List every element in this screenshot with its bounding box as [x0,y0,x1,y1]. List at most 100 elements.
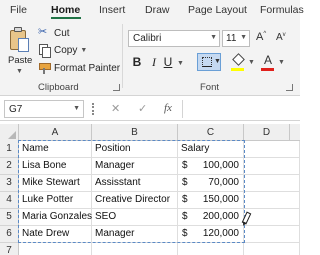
cell-c7[interactable] [178,243,244,255]
formula-input[interactable] [182,100,300,118]
chevron-down-icon[interactable]: ▼ [73,105,80,112]
cell-d3[interactable] [244,175,300,192]
paste-button[interactable]: Paste ▼ [5,24,33,78]
cell-a5[interactable]: Maria Gonzales [19,209,92,226]
tab-home[interactable]: Home [51,4,80,16]
copy-label: Copy [54,44,78,56]
ribbon: Paste ▼ Cut Copy ▼ Format Painter Clipbo… [0,20,300,96]
font-color-swatch [261,68,274,71]
clipboard-group-label: Clipboard [38,82,79,93]
paste-dropdown-icon[interactable]: ▼ [16,68,23,75]
cell-d2[interactable] [244,158,300,175]
row-header[interactable]: 1 [0,141,19,158]
increase-font-size-icon[interactable]: A^ [256,31,266,43]
name-box[interactable]: G7 ▼ [4,100,84,118]
row-header[interactable]: 3 [0,175,19,192]
row-header[interactable]: 2 [0,158,19,175]
cell-c6[interactable]: $120,000 [178,226,244,243]
row-header[interactable]: 6 [0,226,19,243]
borders-icon [202,57,212,67]
enter-icon[interactable]: ✓ [138,102,147,115]
scissors-icon [38,25,50,39]
fill-dropdown-icon[interactable]: ▼ [248,59,255,66]
underline-dropdown-icon[interactable]: ▼ [177,60,184,67]
cell-c4[interactable]: $150,000 [178,192,244,209]
copy-dropdown-icon[interactable]: ▼ [80,47,87,54]
format-painter-button[interactable]: Format Painter [38,61,120,75]
cell-d4[interactable] [244,192,300,209]
cell-b4[interactable]: Creative Director [92,192,178,209]
tab-insert[interactable]: Insert [99,4,125,16]
column-header-row: A B C D [0,124,300,141]
column-header-a[interactable]: A [19,124,92,141]
cell-d7[interactable] [244,243,300,255]
row-header[interactable]: 4 [0,192,19,209]
font-color-dropdown-icon[interactable]: ▼ [278,59,285,66]
cut-button[interactable]: Cut [38,25,70,40]
name-box-value: G7 [9,104,23,115]
font-color-button[interactable]: A [262,53,274,67]
row-header[interactable]: 7 [0,243,19,255]
column-header-d[interactable]: D [244,124,290,141]
font-group-label: Font [200,82,220,93]
cell-b1[interactable]: Position [92,141,178,158]
clipboard-launcher-icon[interactable] [113,84,120,91]
cell-d5[interactable] [244,209,300,226]
cancel-icon[interactable]: ✕ [111,102,120,115]
cell-b3[interactable]: Assisstant [92,175,178,192]
copy-button[interactable]: Copy ▼ [38,43,87,58]
fill-color-swatch [231,68,244,71]
ribbon-tabs: File Home Insert Draw Page Layout Formul… [0,0,304,20]
borders-dropdown-icon: ▼ [214,58,221,65]
worksheet-grid[interactable]: A B C D 1 2 3 4 5 6 7 Name Position Sala… [0,124,300,255]
paste-label: Paste [8,55,33,66]
formula-bar: G7 ▼ ✕ ✓ fx [0,97,300,121]
italic-button[interactable]: I [148,55,160,71]
cell-c2[interactable]: $100,000 [178,158,244,175]
borders-button[interactable]: ▼ [197,53,221,71]
copy-icon [38,44,51,58]
column-header-b[interactable]: B [92,124,178,141]
cell-c3[interactable]: $70,000 [178,175,244,192]
underline-button[interactable]: U [162,55,174,71]
cut-label: Cut [54,27,70,39]
cell-b5[interactable]: SEO [92,209,178,226]
cell-a3[interactable]: Mike Stewart [19,175,92,192]
chevron-down-icon: ▼ [240,34,247,41]
font-name-value: Calibri [133,33,162,44]
select-all-button[interactable] [0,124,19,141]
font-name-select[interactable]: Calibri ▼ [128,30,220,47]
clipboard-clip-icon [14,27,22,32]
chevron-down-icon: ▼ [210,34,217,41]
cell-c1[interactable]: Salary [178,141,244,158]
fill-bucket-icon[interactable] [232,54,244,66]
cell-a6[interactable]: Nate Drew [19,226,92,243]
cell-d6[interactable] [244,226,300,243]
cell-d1[interactable] [244,141,300,158]
cell-b2[interactable]: Manager [92,158,178,175]
paintbrush-icon [38,62,51,74]
tab-page-layout[interactable]: Page Layout [188,4,247,16]
pen-cursor-icon [241,212,249,227]
cell-a2[interactable]: Lisa Bone [19,158,92,175]
formula-bar-grip[interactable] [92,103,94,115]
tab-formulas[interactable]: Formulas [260,4,304,16]
tab-file[interactable]: File [10,4,27,16]
cell-a1[interactable]: Name [19,141,92,158]
cell-c5[interactable]: $200,000 [178,209,244,226]
cell-a7[interactable] [19,243,92,255]
format-painter-label: Format Painter [54,62,121,74]
tab-draw[interactable]: Draw [145,4,170,16]
font-size-select[interactable]: 11 ▼ [222,30,250,47]
cell-b6[interactable]: Manager [92,226,178,243]
bold-button[interactable]: B [130,55,144,71]
decrease-font-size-icon[interactable]: Av [276,32,286,43]
row-header[interactable]: 5 [0,209,19,226]
column-header-c[interactable]: C [178,124,244,141]
paste-sheet-icon [18,38,29,52]
cell-a4[interactable]: Luke Potter [19,192,92,209]
cell-b7[interactable] [92,243,178,255]
font-launcher-icon[interactable] [286,84,293,91]
insert-function-icon[interactable]: fx [164,102,172,114]
active-tab-indicator [51,17,81,19]
